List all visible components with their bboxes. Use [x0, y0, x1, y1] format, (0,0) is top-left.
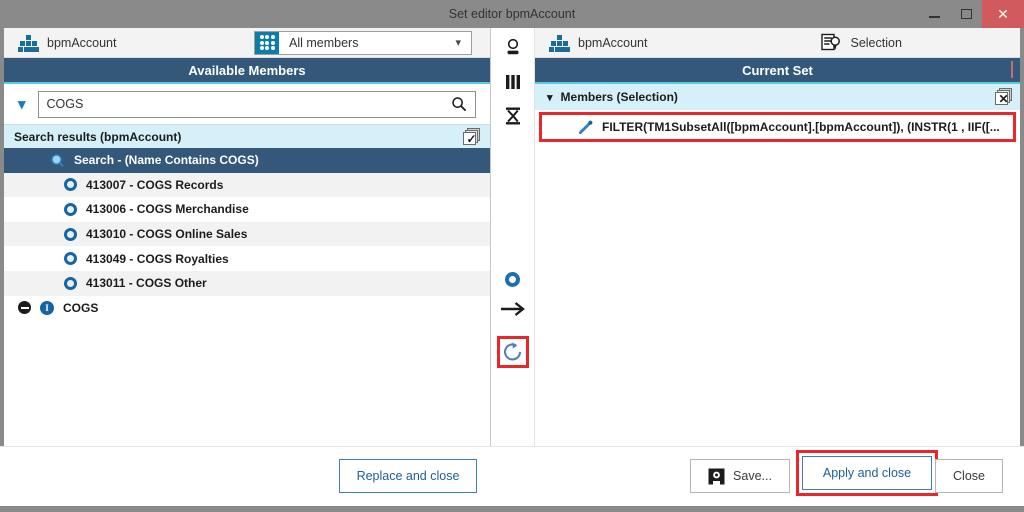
circle-ring-icon[interactable]: [505, 272, 520, 287]
search-row: ▾: [4, 84, 490, 124]
columns-icon[interactable]: [500, 70, 526, 94]
search-result-icon: [51, 154, 64, 167]
close-dialog-button[interactable]: Close: [935, 459, 1003, 493]
minimize-button[interactable]: [918, 0, 950, 28]
tree-row[interactable]: 413049 - COGS Royalties: [4, 246, 490, 271]
search-expand-chevron-icon[interactable]: ▾: [14, 95, 30, 113]
members-selection-label: Members (Selection): [560, 90, 678, 104]
refresh-button[interactable]: [496, 336, 529, 368]
close-button[interactable]: ✕: [982, 0, 1024, 28]
expression-highlight-box: FILTER(TM1SubsetAll([bpmAccount].[bpmAcc…: [539, 112, 1016, 142]
tree-row-label: 413011 - COGS Other: [86, 276, 207, 291]
tree-row[interactable]: 413006 - COGS Merchandise: [4, 197, 490, 222]
member-ring-icon: [64, 252, 77, 266]
chevron-down-icon[interactable]: ▾: [547, 91, 553, 104]
tree-row-label: Search - (Name Contains COGS): [74, 153, 259, 168]
diagonal-split-icon: [1011, 61, 1013, 78]
replace-and-close-button[interactable]: Replace and close: [339, 459, 477, 493]
member-ring-icon: [64, 178, 77, 192]
tree-row[interactable]: 413011 - COGS Other: [4, 270, 490, 296]
collapse-icon[interactable]: [18, 301, 31, 315]
tree-row[interactable]: 413010 - COGS Online Sales: [4, 221, 490, 247]
member-ring-icon: [64, 276, 77, 290]
apply-and-close-button[interactable]: Apply and close: [802, 456, 932, 490]
member-filter-value: All members: [289, 35, 359, 50]
refresh-icon: [503, 342, 521, 361]
search-input[interactable]: [46, 97, 451, 111]
expression-row[interactable]: FILTER(TM1SubsetAll([bpmAccount].[bpmAcc…: [542, 115, 1013, 139]
chevron-down-icon: ▾: [455, 37, 461, 49]
members-selection-header: ▾ Members (Selection) ✕: [535, 84, 1020, 110]
apply-highlight-box: Apply and close: [796, 450, 938, 496]
selection-mode-label: Selection: [850, 35, 902, 50]
tree-row-label: COGS: [63, 300, 99, 315]
set-view-toggle-button[interactable]: [1011, 61, 1013, 78]
expression-text: FILTER(TM1SubsetAll([bpmAccount].[bpmAcc…: [602, 120, 1000, 134]
hierarchy-icon: [549, 34, 570, 52]
remove-all-pages-icon[interactable]: ✕: [995, 88, 1014, 106]
maximize-button[interactable]: [950, 0, 982, 28]
right-dimension-chip[interactable]: bpmAccount: [535, 34, 648, 52]
available-members-title: Available Members: [188, 62, 306, 78]
member-ring-icon: [64, 202, 77, 216]
search-results-header: Search results (bpmAccount) ✓: [4, 124, 490, 148]
arrow-right-icon[interactable]: [500, 301, 526, 322]
available-members-panel: bpmAccount All members ▾ Available Membe…: [4, 28, 491, 506]
tree-row-label: 413007 - COGS Records: [86, 177, 224, 192]
current-set-title: Current Set: [742, 62, 813, 78]
dialog-footer: Replace and close Save... Apply and clos…: [0, 446, 1024, 512]
status-strip: [0, 506, 1024, 512]
search-input-wrapper[interactable]: [37, 90, 476, 118]
dialog-body: bpmAccount All members ▾ Available Membe…: [4, 28, 1020, 506]
hierarchy-icon: [18, 34, 39, 52]
tree-row-label: 413010 - COGS Online Sales: [86, 227, 248, 242]
tree-row[interactable]: Search - (Name Contains COGS): [4, 148, 490, 173]
available-members-header: Available Members: [4, 58, 490, 84]
expression-wand-icon: [578, 120, 593, 134]
search-icon[interactable]: [451, 96, 467, 112]
left-toolstrip: bpmAccount All members ▾: [4, 28, 490, 58]
left-dimension-chip[interactable]: bpmAccount: [4, 34, 117, 52]
transfer-toolbar: [491, 28, 535, 506]
right-dimension-label: bpmAccount: [578, 35, 648, 50]
sigma-icon[interactable]: [500, 104, 526, 128]
tree-row-label: 413006 - COGS Merchandise: [86, 202, 249, 217]
selection-icon: [821, 33, 841, 51]
info-icon: I: [40, 300, 54, 315]
selection-mode-chip[interactable]: Selection: [807, 33, 902, 52]
tree-row-label: 413049 - COGS Royalties: [86, 251, 229, 266]
tree-row[interactable]: 413007 - COGS Records: [4, 172, 490, 198]
left-dimension-label: bpmAccount: [47, 35, 117, 50]
tree-row[interactable]: I COGS: [4, 296, 490, 321]
maximize-icon: [960, 9, 972, 19]
minimize-icon: [928, 16, 940, 18]
window-controls: ✕: [918, 0, 1024, 28]
window-title: Set editor bpmAccount: [448, 7, 576, 21]
current-set-panel: bpmAccount Selection Current Set ▾ Membe…: [535, 28, 1020, 506]
member-ring-icon: [64, 227, 77, 241]
all-members-icon: [255, 31, 279, 54]
user-icon[interactable]: [500, 36, 526, 60]
save-button[interactable]: Save...: [690, 459, 790, 493]
current-set-header: Current Set: [535, 58, 1020, 84]
member-filter-dropdown[interactable]: All members ▾: [254, 30, 472, 55]
save-button-label: Save...: [733, 469, 772, 483]
set-editor-window: Set editor bpmAccount ✕ bpmAccount All m…: [0, 0, 1024, 512]
close-icon: ✕: [997, 6, 1009, 22]
right-toolstrip: bpmAccount Selection: [535, 28, 1020, 58]
select-all-pages-icon[interactable]: ✓: [463, 127, 482, 146]
search-results-label: Search results (bpmAccount): [14, 129, 182, 144]
save-icon: [708, 468, 725, 485]
title-bar: Set editor bpmAccount ✕: [0, 0, 1024, 28]
